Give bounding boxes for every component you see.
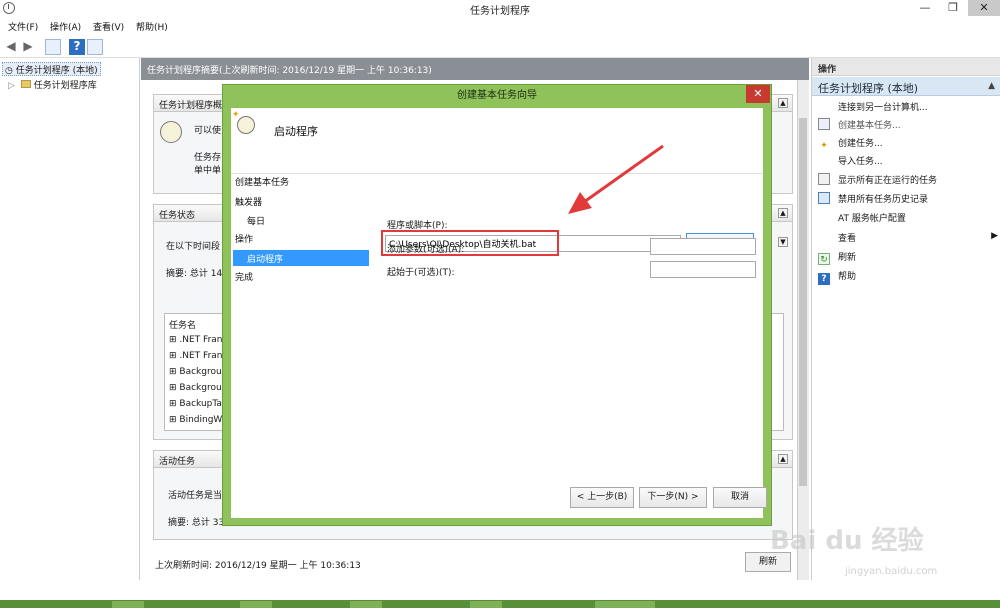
step-finish: 完成	[235, 273, 254, 283]
watermark-url: jingyan.baidu.com	[845, 566, 938, 577]
dialog-body: 启动程序 创建基本任务 触发器 每日 操作 启动程序 完成 程序或脚本(P): …	[231, 108, 767, 518]
help-icon[interactable]: ?	[69, 39, 85, 55]
overview-text: 任务存	[194, 153, 222, 163]
dropdown-icon[interactable]: ▼	[778, 237, 788, 247]
menu-action[interactable]: 操作(A)	[50, 20, 81, 33]
clock-icon: ◷	[5, 66, 16, 76]
actions-section-label: 任务计划程序 (本地)	[818, 82, 919, 95]
step-daily: 每日	[247, 217, 266, 227]
taskbar-app[interactable]	[112, 601, 144, 608]
taskbar-app[interactable]	[595, 601, 655, 608]
action-at-service[interactable]: AT 服务帐户配置	[818, 211, 998, 228]
dialog-heading: 启动程序	[274, 125, 318, 138]
title-bar: 任务计划程序 — ❐ ✕	[0, 0, 1000, 17]
actions-section[interactable]: 任务计划程序 (本地) ▲	[812, 77, 1000, 96]
action-pane-icon[interactable]	[87, 39, 103, 55]
forward-icon[interactable]: ▶	[20, 39, 36, 55]
last-refresh-text: 上次刷新时间: 2016/12/19 星期一 上午 10:36:13	[155, 561, 361, 571]
arguments-input[interactable]	[650, 238, 756, 255]
list-icon	[818, 173, 830, 185]
taskbar-app[interactable]	[470, 601, 502, 608]
taskbar-app[interactable]	[240, 601, 272, 608]
submenu-arrow-icon: ▶	[991, 231, 998, 241]
toolbar: ◀ ▶ ?	[0, 36, 1000, 58]
action-refresh[interactable]: ↻ 刷新	[818, 250, 998, 267]
collapse-icon[interactable]: ▲	[778, 454, 788, 464]
action-view[interactable]: 查看 ▶	[818, 231, 998, 248]
collapse-icon[interactable]: ▲	[778, 208, 788, 218]
list-item[interactable]: ⊞ .NET Fran	[169, 351, 223, 361]
actions-header: 操作	[812, 58, 1000, 76]
calendar-icon	[818, 118, 830, 130]
tree-item-library[interactable]: ▷ 任务计划程序库	[8, 78, 97, 92]
close-button[interactable]: ✕	[968, 0, 1000, 16]
wizard-clock-icon	[232, 110, 255, 134]
dialog-header: 启动程序	[231, 108, 763, 174]
refresh-icon: ↻	[818, 253, 830, 265]
scrollbar-thumb[interactable]	[799, 118, 807, 486]
menu-file[interactable]: 文件(F)	[8, 20, 38, 33]
maximize-button[interactable]: ❐	[940, 0, 966, 16]
tree-library-label: 任务计划程序库	[33, 81, 97, 91]
status-summary: 摘要: 总计 14	[166, 269, 223, 279]
action-connect[interactable]: 连接到另一台计算机...	[818, 100, 998, 117]
list-item[interactable]: ⊞ Backgrou	[169, 367, 222, 377]
action-import-task[interactable]: 导入任务...	[818, 154, 998, 171]
summary-header: 任务计划程序摘要(上次刷新时间: 2016/12/19 星期一 上午 10:36…	[141, 58, 809, 80]
column-header-task-name[interactable]: 任务名	[169, 318, 196, 331]
action-create-basic-task[interactable]: 创建基本任务...	[818, 118, 998, 135]
list-item[interactable]: ⊞ BackupTa	[169, 399, 222, 409]
dialog-title: 创建基本任务向导	[457, 90, 537, 101]
status-text: 在以下时间段	[166, 242, 221, 252]
cancel-button[interactable]: 取消	[713, 487, 767, 508]
overview-text: 单中单	[194, 166, 222, 176]
next-button[interactable]: 下一步(N) >	[639, 487, 707, 508]
folder-icon	[20, 80, 31, 88]
expand-icon[interactable]: ▷	[8, 81, 15, 91]
dialog-close-button[interactable]: ✕	[746, 85, 770, 103]
action-disable-history[interactable]: 禁用所有任务历史记录	[818, 192, 998, 209]
menu-bar: 文件(F) 操作(A) 查看(V) 帮助(H)	[0, 17, 1000, 36]
start-in-label: 起始于(可选)(T):	[387, 268, 455, 278]
taskbar-app[interactable]	[350, 601, 382, 608]
overview-text: 可以使	[194, 126, 222, 136]
history-icon	[818, 192, 830, 204]
console-tree-icon[interactable]	[45, 39, 61, 55]
tree-item-root[interactable]: ◷ 任务计划程序 (本地)	[2, 62, 101, 76]
step-create-basic-task: 创建基本任务	[235, 178, 290, 188]
collapse-icon[interactable]: ▲	[988, 81, 995, 91]
tree-root-label: 任务计划程序 (本地)	[15, 66, 98, 76]
task-icon: ✦	[820, 141, 828, 151]
action-create-task[interactable]: ✦ 创建任务...	[818, 136, 998, 153]
start-in-input[interactable]	[650, 261, 756, 278]
active-text: 活动任务是当	[168, 491, 223, 501]
annotation-arrow	[568, 144, 664, 214]
menu-help[interactable]: 帮助(H)	[136, 20, 168, 33]
action-show-running[interactable]: 显示所有正在运行的任务	[818, 173, 998, 190]
help-icon: ?	[818, 273, 830, 285]
arguments-label: 添加参数(可选)(A):	[387, 245, 465, 255]
watermark-logo: Bai du 经验	[770, 526, 924, 556]
list-item[interactable]: ⊞ Backgrou	[169, 383, 222, 393]
list-item[interactable]: ⊞ .NET Fran	[169, 335, 223, 345]
back-button[interactable]: < 上一步(B)	[570, 487, 634, 508]
collapse-icon[interactable]: ▲	[778, 98, 788, 108]
step-start-program: 启动程序	[233, 250, 369, 266]
window-title: 任务计划程序	[470, 6, 530, 17]
create-basic-task-wizard: 创建基本任务向导 ✕ 启动程序 创建基本任务 触发器 每日 操作 启动程序 完成…	[222, 84, 772, 526]
menu-view[interactable]: 查看(V)	[93, 20, 124, 33]
console-tree: ◷ 任务计划程序 (本地) ▷ 任务计划程序库	[0, 58, 140, 580]
action-help[interactable]: ? 帮助	[818, 269, 998, 286]
list-item[interactable]: ⊞ BindingW	[169, 415, 222, 425]
step-action: 操作	[235, 235, 254, 245]
step-trigger: 触发器	[235, 198, 263, 208]
actions-pane: 操作 任务计划程序 (本地) ▲ 连接到另一台计算机... 创建基本任务... …	[811, 58, 1000, 580]
back-icon[interactable]: ◀	[3, 39, 19, 55]
clock-icon	[160, 121, 182, 143]
minimize-button[interactable]: —	[912, 0, 938, 16]
